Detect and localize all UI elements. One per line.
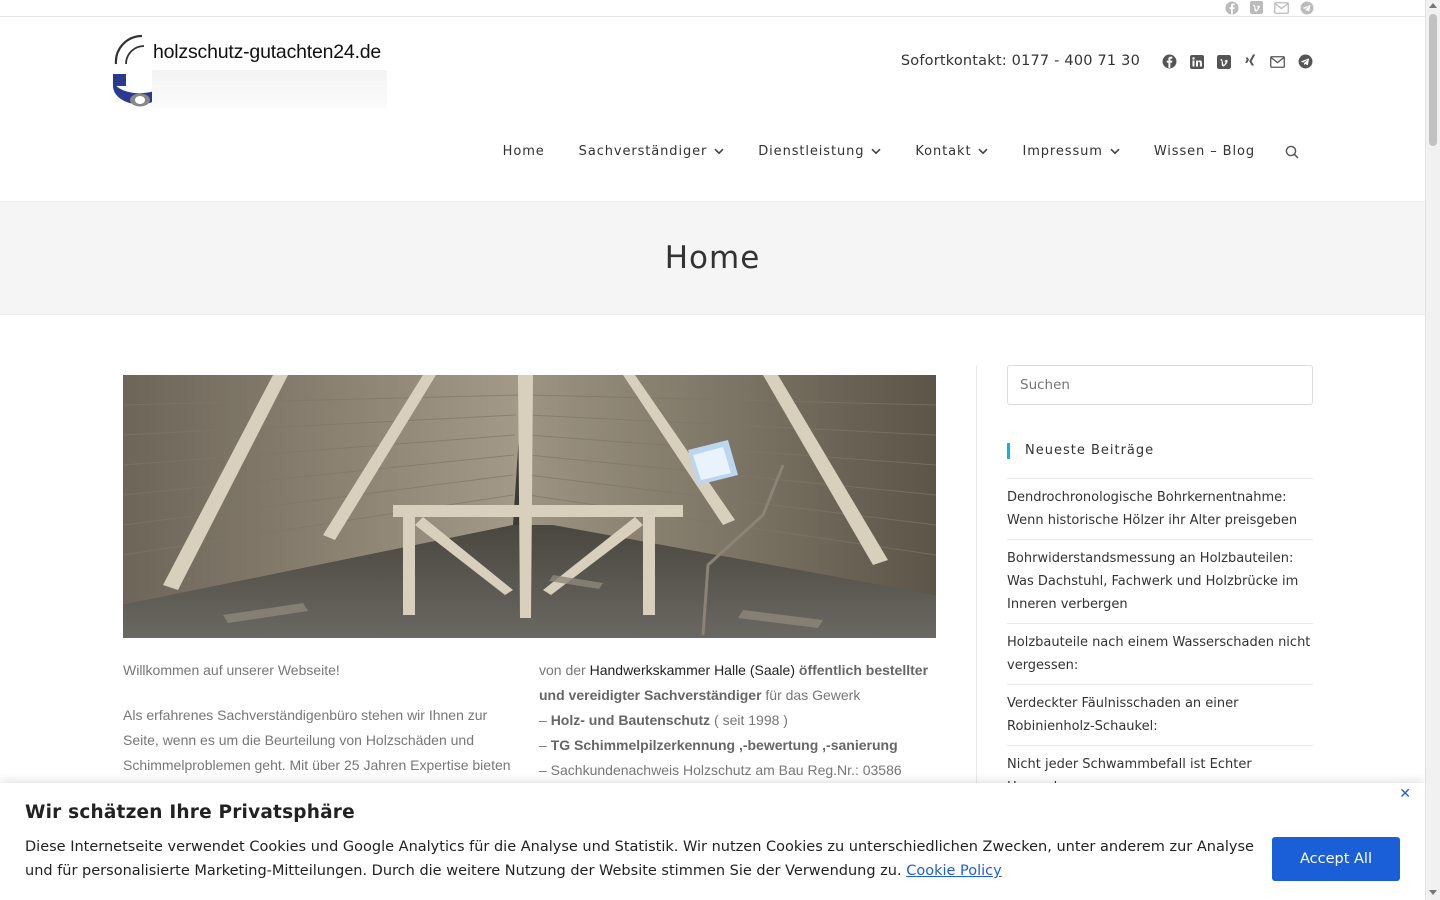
- nav-item-kontakt[interactable]: Kontakt: [915, 144, 989, 159]
- scroll-thumb[interactable]: [1429, 14, 1437, 146]
- nav-item-label: Home: [502, 144, 545, 159]
- logo-mark-icon: [112, 34, 152, 107]
- mail-icon[interactable]: [1270, 55, 1285, 68]
- facebook-icon[interactable]: [1225, 1, 1239, 15]
- accept-all-button[interactable]: Accept All: [1272, 837, 1400, 881]
- mail-icon[interactable]: [1274, 1, 1289, 14]
- site-header: holzschutz-gutachten24.de Sofortkontakt:…: [0, 17, 1425, 201]
- list-dash: –: [539, 737, 551, 753]
- nav-item-label: Dienstleistung: [758, 144, 865, 159]
- chevron-down-icon: [978, 148, 989, 155]
- nav-item-label: Kontakt: [915, 144, 972, 159]
- page: holzschutz-gutachten24.de Sofortkontakt:…: [0, 0, 1440, 900]
- recent-post-link[interactable]: Holzbauteile nach einem Wasserschaden ni…: [1007, 623, 1313, 684]
- nav-item-sachverstaendiger[interactable]: Sachverständiger: [579, 144, 725, 159]
- logo-text: holzschutz-gutachten24.de: [153, 41, 382, 63]
- nav-item-label: Impressum: [1022, 144, 1103, 159]
- nav-item-dienstleistung[interactable]: Dienstleistung: [758, 144, 881, 159]
- cookie-policy-link[interactable]: Cookie Policy: [906, 863, 1002, 879]
- credential-line-1: – Holz- und Bautenschutz ( seit 1998 ): [539, 708, 939, 733]
- credential-bold: Holz- und Bautenschutz: [550, 712, 711, 728]
- cookie-banner: Wir schätzen Ihre Privatsphäre Diese Int…: [0, 783, 1425, 900]
- nav-item-home[interactable]: Home: [503, 144, 545, 159]
- linkedin-icon[interactable]: [1190, 54, 1204, 69]
- main-nav: Home Sachverständiger Dienstleistung Kon…: [503, 144, 1299, 159]
- trade-suffix: für das Gewerk: [761, 687, 861, 703]
- scroll-up-icon[interactable]: [1429, 3, 1437, 8]
- chamber-link[interactable]: Handwerkskammer Halle (Saale): [590, 662, 795, 678]
- scroll-down-icon[interactable]: [1429, 890, 1437, 895]
- nav-item-label: Sachverständiger: [578, 144, 708, 159]
- search-icon[interactable]: [1285, 145, 1299, 159]
- sidebar-divider: [976, 365, 977, 795]
- contact-phone: Sofortkontakt: 0177 - 400 71 30: [900, 53, 1140, 69]
- page-header: Home: [0, 201, 1425, 315]
- header-social: [1162, 53, 1313, 70]
- cookie-text: Diese Internetseite verwendet Cookies un…: [25, 835, 1255, 883]
- cookie-body: Diese Internetseite verwendet Cookies un…: [25, 839, 1254, 879]
- list-dash: –: [539, 712, 551, 728]
- credential-line-3: – Sachkundenachweis Holzschutz am Bau Re…: [539, 762, 902, 778]
- nav-item-wissen-blog[interactable]: Wissen – Blog: [1154, 144, 1255, 159]
- intro-column: Willkommen auf unserer Webseite! Als erf…: [123, 658, 518, 798]
- recent-post-link[interactable]: Dendrochronologische Bohrkernentnahme: W…: [1007, 478, 1313, 539]
- site-logo[interactable]: holzschutz-gutachten24.de: [112, 34, 387, 109]
- cookie-title: Wir schätzen Ihre Privatsphäre: [25, 802, 355, 823]
- chevron-down-icon: [871, 148, 881, 155]
- vimeo-icon[interactable]: [1217, 54, 1231, 69]
- credential-line-2: – TG Schimmelpilzerkennung ,-bewertung ,…: [539, 733, 939, 758]
- logo-underlay: [152, 70, 387, 108]
- xing-icon[interactable]: [1244, 54, 1257, 69]
- credentials-column: von der Handwerkskammer Halle (Saale) öf…: [539, 658, 939, 783]
- telegram-icon[interactable]: [1298, 54, 1313, 69]
- nav-item-label: Wissen – Blog: [1153, 144, 1255, 159]
- top-bar: [0, 0, 1425, 17]
- page-title: Home: [664, 240, 761, 276]
- intro-text: Als erfahrenes Sachverständigenbüro steh…: [123, 707, 511, 773]
- page-scrollbar[interactable]: [1425, 0, 1440, 900]
- hero-image: [123, 375, 936, 638]
- credentials-intro: von der Handwerkskammer Halle (Saale) öf…: [539, 658, 939, 708]
- widget-title: Neueste Beiträge: [1007, 443, 1154, 459]
- credential-bold: TG Schimmelpilzerkennung ,-bewertung ,-s…: [550, 737, 898, 753]
- attic-photo: [123, 375, 936, 638]
- top-bar-social: [1225, 0, 1314, 15]
- recent-post-link[interactable]: Bohrwiderstandsmessung an Holzbauteilen:…: [1007, 539, 1313, 623]
- credentials-prefix: von der: [539, 662, 590, 678]
- recent-posts-list: Dendrochronologische Bohrkernentnahme: W…: [1007, 478, 1313, 806]
- welcome-text: Willkommen auf unserer Webseite!: [123, 662, 340, 678]
- nav-item-impressum[interactable]: Impressum: [1022, 144, 1120, 159]
- credential-rest: ( seit 1998 ): [710, 712, 788, 728]
- vimeo-icon[interactable]: [1250, 1, 1263, 14]
- close-icon[interactable]: ✕: [1399, 786, 1411, 802]
- chevron-down-icon: [1110, 148, 1120, 155]
- telegram-icon[interactable]: [1300, 1, 1314, 15]
- chevron-down-icon: [714, 148, 724, 155]
- recent-post-link[interactable]: Verdeckter Fäulnisschaden an einer Robin…: [1007, 684, 1313, 745]
- sidebar-search-input[interactable]: [1007, 365, 1313, 405]
- facebook-icon[interactable]: [1162, 54, 1177, 69]
